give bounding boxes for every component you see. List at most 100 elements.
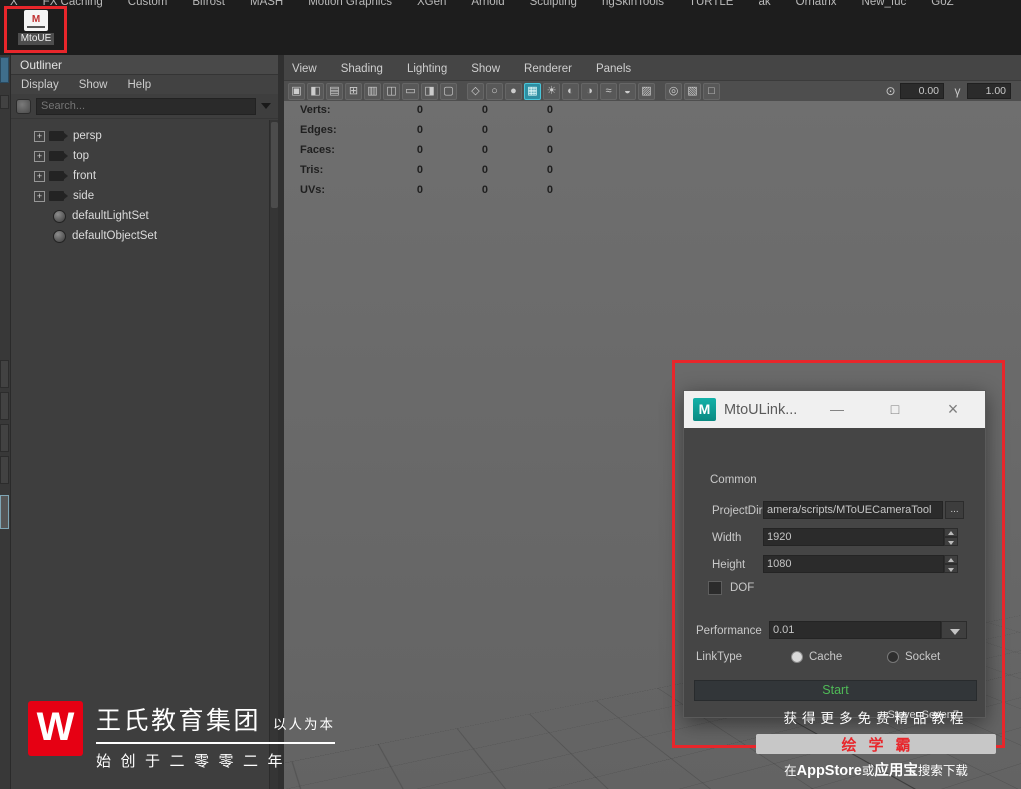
menu-item[interactable]: Ornatrix xyxy=(796,0,837,8)
menu-item[interactable]: ngSkinTools xyxy=(602,0,664,8)
toolbox-button[interactable] xyxy=(0,392,9,420)
viewport-menu-item[interactable]: Shading xyxy=(341,63,383,75)
resolution-gate-icon[interactable]: ◨ xyxy=(421,82,438,100)
lock-camera-icon[interactable]: ◧ xyxy=(307,82,324,100)
performance-dropdown-icon[interactable] xyxy=(941,621,967,639)
menu-item[interactable]: ak xyxy=(758,0,770,8)
shelf-button-mtoue[interactable]: M MtoUE xyxy=(9,10,63,50)
textured-icon[interactable]: ▦ xyxy=(524,82,541,100)
socket-radio[interactable] xyxy=(887,651,899,663)
menu-item[interactable]: TURTLE xyxy=(689,0,734,8)
layout-shortcut-button[interactable] xyxy=(0,57,9,83)
dialog-titlebar[interactable]: M MtoULink... — □ × xyxy=(684,391,985,428)
outliner-set-item[interactable]: defaultObjectSet xyxy=(11,226,278,246)
outliner-camera-item[interactable]: persp xyxy=(11,126,278,146)
minimize-icon[interactable]: — xyxy=(815,391,859,428)
outliner-menu-item[interactable]: Help xyxy=(128,79,152,91)
menu-item[interactable]: New_fuc xyxy=(862,0,907,8)
expand-icon[interactable] xyxy=(34,190,45,202)
image-plane-icon[interactable]: ▥ xyxy=(364,82,381,100)
menu-item[interactable]: GoZ xyxy=(931,0,953,8)
height-field[interactable] xyxy=(763,555,944,573)
menu-item[interactable]: Custom xyxy=(128,0,168,8)
toolbox-button[interactable] xyxy=(0,456,9,484)
spin-down-icon[interactable] xyxy=(944,564,958,573)
projectdir-field[interactable] xyxy=(763,501,943,519)
viewport-menu-item[interactable]: Show xyxy=(471,63,500,75)
camera-attributes-icon[interactable]: ▤ xyxy=(326,82,343,100)
spin-up-icon[interactable] xyxy=(944,528,958,537)
motion-blur-icon[interactable]: ≈ xyxy=(600,82,617,100)
hud-row: Verts: 0 0 0 xyxy=(300,104,570,124)
smooth-shade-icon[interactable]: ● xyxy=(505,82,522,100)
menu-item[interactable]: Motion Graphics xyxy=(308,0,392,8)
menu-item[interactable]: FX Caching xyxy=(43,0,103,8)
outliner-menu-item[interactable]: Show xyxy=(79,79,108,91)
select-camera-icon[interactable]: ▣ xyxy=(288,82,305,100)
viewport-menubar: View Shading Lighting Show Renderer Panels xyxy=(292,63,631,75)
outliner-camera-item[interactable]: side xyxy=(11,186,278,206)
start-button[interactable]: Start xyxy=(694,680,977,701)
use-lights-icon[interactable]: ☀ xyxy=(543,82,560,100)
pan-zoom-icon[interactable]: ◫ xyxy=(383,82,400,100)
isolate-select-icon[interactable]: ◎ xyxy=(665,82,682,100)
outliner-camera-item[interactable]: front xyxy=(11,166,278,186)
expand-icon[interactable] xyxy=(34,170,45,182)
menu-item[interactable]: XGen xyxy=(417,0,446,8)
cache-radio[interactable] xyxy=(791,651,803,663)
expand-icon[interactable] xyxy=(34,150,45,162)
menu-item[interactable]: X xyxy=(10,0,18,8)
exposure-field[interactable] xyxy=(900,83,944,99)
hud-value: 0 xyxy=(481,144,488,156)
depth-of-field-icon[interactable]: ◒ xyxy=(619,82,636,100)
menu-item[interactable]: Bifrost xyxy=(192,0,225,8)
shadows-icon[interactable]: ◐ xyxy=(562,82,579,100)
film-gate-icon[interactable]: ▭ xyxy=(402,82,419,100)
layout-shortcut-button[interactable] xyxy=(0,95,9,109)
menu-item[interactable]: Arnold xyxy=(471,0,504,8)
outliner-camera-item[interactable]: top xyxy=(11,146,278,166)
ssao-icon[interactable]: ◑ xyxy=(581,82,598,100)
flat-shade-icon[interactable]: ○ xyxy=(486,82,503,100)
dof-checkbox[interactable] xyxy=(708,581,722,595)
anti-aliasing-icon[interactable]: ▨ xyxy=(638,82,655,100)
viewport-menu-item[interactable]: Panels xyxy=(596,63,631,75)
left-tool-strip xyxy=(0,55,10,789)
outliner-scrollbar[interactable] xyxy=(269,120,278,789)
company-slogan: 以人为本 xyxy=(273,717,336,732)
performance-field[interactable] xyxy=(769,621,941,639)
bookmarks-icon[interactable]: ⊞ xyxy=(345,82,362,100)
exposure-icon[interactable]: ⊙ xyxy=(883,84,898,98)
viewport-menu-item[interactable]: Lighting xyxy=(407,63,447,75)
outliner-set-item[interactable]: defaultLightSet xyxy=(11,206,278,226)
gamma-icon[interactable]: γ xyxy=(950,84,965,98)
width-field[interactable] xyxy=(763,528,944,546)
menu-item[interactable]: Sculpting xyxy=(530,0,577,8)
gate-mask-icon[interactable]: ▢ xyxy=(440,82,457,100)
toolbox-button[interactable] xyxy=(0,360,9,388)
close-icon[interactable]: × xyxy=(931,391,975,428)
spin-up-icon[interactable] xyxy=(944,555,958,564)
spin-down-icon[interactable] xyxy=(944,537,958,546)
hud-value: 0 xyxy=(481,164,488,176)
scrollbar-thumb[interactable] xyxy=(271,122,278,208)
search-options-dropdown-icon[interactable] xyxy=(261,103,271,109)
toolbox-button[interactable] xyxy=(0,424,9,452)
hud-value: 0 xyxy=(416,144,423,156)
search-filter-icon[interactable] xyxy=(16,98,31,114)
promo-text: 获得更多免费精品教程 xyxy=(783,711,969,726)
gamma-field[interactable] xyxy=(967,83,1011,99)
viewport-menu-item[interactable]: Renderer xyxy=(524,63,572,75)
watermark-right: 获得更多免费精品教程 绘学霸 在AppStore或应用宝搜索下载 xyxy=(756,707,996,780)
wireframe-icon[interactable]: ◇ xyxy=(467,82,484,100)
menu-item[interactable]: MASH xyxy=(250,0,283,8)
viewport-menu-item[interactable]: View xyxy=(292,63,317,75)
browse-button[interactable]: ... xyxy=(945,501,964,519)
maximize-icon[interactable]: □ xyxy=(873,391,917,428)
toolbox-button-active[interactable] xyxy=(0,495,9,529)
search-input[interactable] xyxy=(36,97,256,115)
expand-icon[interactable] xyxy=(34,130,45,142)
xray-icon[interactable]: ▧ xyxy=(684,82,701,100)
outliner-menu-item[interactable]: Display xyxy=(21,79,59,91)
joint-xray-icon[interactable]: □ xyxy=(703,82,720,100)
